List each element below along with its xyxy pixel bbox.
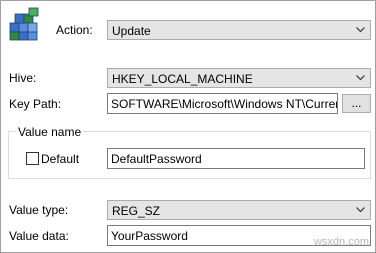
key-path-input[interactable]: SOFTWARE\Microsoft\Windows NT\CurrentVer xyxy=(107,93,338,114)
value-data-value: YourPassword xyxy=(111,229,188,243)
chevron-down-icon xyxy=(356,27,365,33)
hive-label: Hive: xyxy=(9,71,37,85)
action-value: Update xyxy=(112,24,151,38)
browse-key-button[interactable]: ... xyxy=(342,94,371,113)
hive-dropdown[interactable]: HKEY_LOCAL_MACHINE xyxy=(107,68,371,88)
default-checkbox-label: Default xyxy=(41,152,80,166)
value-name-group-label: Value name xyxy=(16,125,84,139)
registry-cubes-icon xyxy=(7,7,43,41)
value-data-label: Value data: xyxy=(9,229,69,243)
value-type-label: Value type: xyxy=(9,203,69,217)
key-path-value: SOFTWARE\Microsoft\Windows NT\CurrentVer xyxy=(111,97,337,111)
value-name-input[interactable]: DefaultPassword xyxy=(107,148,365,169)
key-path-label: Key Path: xyxy=(9,97,62,111)
value-name-value: DefaultPassword xyxy=(111,152,202,166)
chevron-down-icon xyxy=(356,75,365,81)
value-type-dropdown[interactable]: REG_SZ xyxy=(107,200,371,220)
registry-item-dialog: Action: Update Hive: HKEY_LOCAL_MACHINE … xyxy=(0,0,376,253)
chevron-down-icon xyxy=(356,207,365,213)
watermark: wsxdn.com xyxy=(313,236,369,248)
action-dropdown[interactable]: Update xyxy=(107,20,371,40)
default-checkbox[interactable] xyxy=(26,152,39,165)
hive-value: HKEY_LOCAL_MACHINE xyxy=(112,72,253,86)
value-type-value: REG_SZ xyxy=(112,204,161,218)
action-label: Action: xyxy=(56,23,93,37)
